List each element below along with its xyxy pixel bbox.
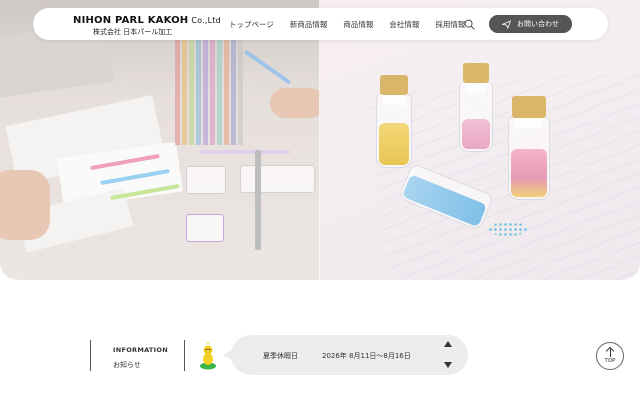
color-stripe bbox=[182, 40, 187, 145]
logo-japanese: 株式会社 日本パール加工 bbox=[93, 28, 173, 36]
color-stripe bbox=[224, 40, 229, 145]
bottle-pink bbox=[459, 63, 493, 152]
news-title[interactable]: 夏季休暇日 bbox=[263, 351, 298, 361]
bottle-mixed bbox=[508, 96, 550, 200]
news-item[interactable]: 夏季休暇日 2026年 8月11日～8月16日 bbox=[223, 335, 468, 375]
sticker-pack bbox=[186, 166, 226, 194]
top-label: TOP bbox=[604, 358, 616, 364]
pen-box bbox=[240, 165, 315, 193]
hero-divider bbox=[319, 0, 320, 280]
back-to-top-button[interactable]: TOP bbox=[596, 342, 624, 370]
nav-top-page[interactable]: トップページ bbox=[229, 19, 274, 30]
hand-shape bbox=[0, 170, 50, 240]
divider-line bbox=[90, 340, 91, 371]
hero-banner bbox=[0, 0, 640, 280]
hero-image-stationery bbox=[0, 0, 320, 280]
logo-name: NIHON PARL KAKOH bbox=[73, 15, 189, 26]
duck-mascot-icon bbox=[200, 342, 216, 370]
nav-new-products[interactable]: 新商品情報 bbox=[290, 19, 328, 30]
main-nav: トップページ 新商品情報 商品情報 会社情報 採用情報 bbox=[229, 19, 465, 30]
paper-plane-icon bbox=[502, 19, 511, 29]
arrow-down-icon[interactable] bbox=[444, 362, 452, 368]
arrow-up-icon[interactable] bbox=[444, 341, 452, 347]
color-stripe bbox=[196, 40, 201, 145]
logo-wordmark[interactable]: NIHON PARL KAKOH Co.,Ltd bbox=[73, 15, 221, 26]
chevron-up-icon bbox=[605, 346, 615, 356]
nav-recruit[interactable]: 採用情報 bbox=[435, 19, 465, 30]
hero-image-bottles bbox=[320, 0, 640, 280]
nav-products[interactable]: 商品情報 bbox=[343, 19, 373, 30]
spilled-beads bbox=[488, 222, 528, 236]
marker-pen bbox=[243, 49, 292, 85]
color-stripe bbox=[217, 40, 222, 145]
hand-shape bbox=[270, 88, 320, 118]
logo-suffix: Co.,Ltd bbox=[191, 16, 221, 25]
color-stripe bbox=[203, 40, 208, 145]
contact-label: お問い合わせ bbox=[517, 20, 559, 28]
news-heading-jp: お知らせ bbox=[113, 361, 141, 369]
sticker-pack bbox=[186, 214, 224, 242]
color-stripe bbox=[189, 40, 194, 145]
marker-pen bbox=[200, 150, 290, 154]
search-icon[interactable] bbox=[464, 19, 475, 30]
color-stripe bbox=[231, 40, 236, 145]
bottle-yellow bbox=[376, 75, 412, 168]
news-date: 2026年 8月11日～8月16日 bbox=[322, 352, 411, 360]
color-stripe bbox=[175, 40, 180, 145]
nav-company[interactable]: 会社情報 bbox=[389, 19, 419, 30]
news-heading-en: INFORMATION bbox=[113, 346, 168, 354]
color-stripe bbox=[210, 40, 215, 145]
divider-line bbox=[184, 340, 185, 371]
contact-button[interactable]: お問い合わせ bbox=[489, 15, 572, 33]
site-header: NIHON PARL KAKOH Co.,Ltd 株式会社 日本パール加工 トップ… bbox=[33, 8, 608, 40]
color-stripe bbox=[238, 40, 243, 145]
pen-vertical bbox=[255, 150, 261, 250]
